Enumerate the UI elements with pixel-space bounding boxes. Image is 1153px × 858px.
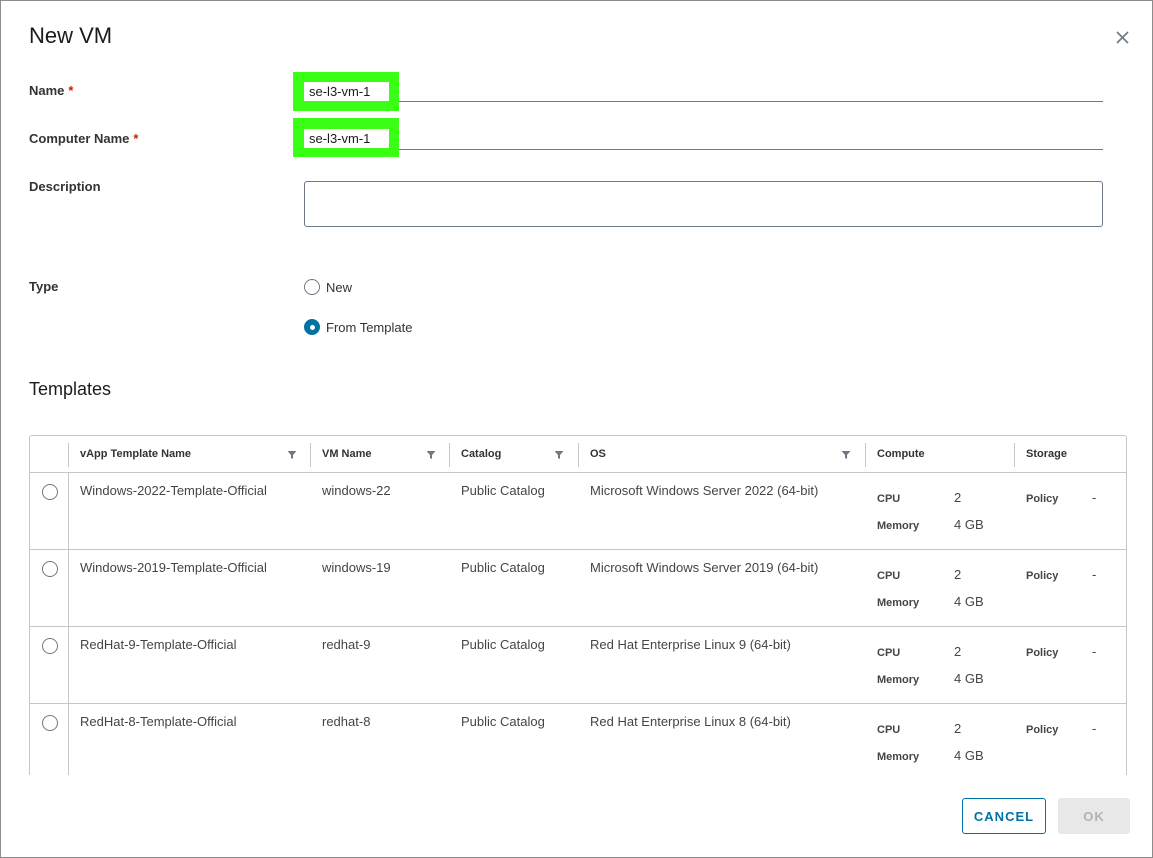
policy-label: Policy [1026, 493, 1059, 505]
column-header-storage[interactable]: Storage [1015, 436, 1067, 473]
cell-catalog: Public Catalog [461, 637, 545, 652]
column-header-catalog[interactable]: Catalog [450, 436, 501, 473]
memory-label: Memory [877, 520, 920, 532]
type-label: Type [29, 279, 59, 294]
filter-icon[interactable] [841, 450, 851, 460]
templates-title: Templates [29, 379, 112, 399]
radio-new[interactable] [304, 279, 320, 295]
type-option-new[interactable]: New [304, 279, 352, 295]
ok-button[interactable]: OK [1058, 798, 1130, 834]
cell-template-name: RedHat-8-Template-Official [80, 714, 237, 729]
memory-label: Memory [877, 751, 920, 763]
cell-vm-name: redhat-8 [322, 714, 371, 729]
policy-label: Policy [1026, 570, 1059, 582]
computer-name-label: Computer Name * [29, 131, 139, 146]
cell-os: Microsoft Windows Server 2019 (64-bit) [590, 560, 819, 575]
cell-vm-name: windows-19 [322, 560, 391, 575]
close-icon [1116, 31, 1129, 44]
memory-value: 4 GB [954, 594, 984, 609]
filter-icon[interactable] [426, 450, 436, 460]
cell-template-name: RedHat-9-Template-Official [80, 637, 237, 652]
cell-template-name: Windows-2022-Template-Official [80, 483, 267, 498]
name-input[interactable] [304, 82, 389, 101]
cell-catalog: Public Catalog [461, 483, 545, 498]
memory-value: 4 GB [954, 671, 984, 686]
column-header-vm-name[interactable]: VM Name [311, 436, 372, 473]
close-button[interactable] [1112, 27, 1134, 49]
cpu-label: CPU [877, 493, 901, 505]
cell-catalog: Public Catalog [461, 560, 545, 575]
table-row[interactable]: Windows-2022-Template-Official windows-2… [30, 473, 1126, 550]
type-option-from-template-label: From Template [326, 319, 413, 335]
cell-vm-name: redhat-9 [322, 637, 371, 652]
new-vm-dialog: New VM Name* Computer Name* Description … [0, 0, 1153, 858]
column-header-os[interactable]: OS [579, 436, 606, 473]
table-row[interactable]: Windows-2019-Template-Official windows-1… [30, 550, 1126, 627]
radio-from-template[interactable] [304, 319, 320, 335]
cpu-label: CPU [877, 647, 901, 659]
policy-label: Policy [1026, 724, 1059, 736]
required-mark: * [68, 83, 74, 98]
column-header-compute[interactable]: Compute [866, 436, 925, 473]
row-select-radio[interactable] [42, 484, 58, 500]
column-header-template-name[interactable]: vApp Template Name [69, 436, 191, 473]
cell-os: Microsoft Windows Server 2022 (64-bit) [590, 483, 819, 498]
policy-value: - [1092, 644, 1097, 659]
memory-label: Memory [877, 597, 920, 609]
computer-name-input[interactable] [304, 129, 389, 148]
memory-label: Memory [877, 674, 920, 686]
row-select-radio[interactable] [42, 561, 58, 577]
cpu-value: 2 [954, 567, 962, 582]
cancel-button[interactable]: CANCEL [962, 798, 1046, 834]
required-mark: * [133, 131, 139, 146]
cpu-value: 2 [954, 721, 962, 736]
cell-vm-name: windows-22 [322, 483, 391, 498]
cpu-label: CPU [877, 724, 901, 736]
templates-grid: vApp Template Name VM Name Catalog OS Co… [29, 435, 1127, 775]
type-option-from-template[interactable]: From Template [304, 319, 412, 335]
cell-template-name: Windows-2019-Template-Official [80, 560, 267, 575]
name-label: Name * [29, 83, 74, 98]
table-row[interactable]: RedHat-9-Template-Official redhat-9 Publ… [30, 627, 1126, 704]
policy-label: Policy [1026, 647, 1059, 659]
table-row[interactable]: RedHat-8-Template-Official redhat-8 Publ… [30, 704, 1126, 775]
description-textarea[interactable] [304, 181, 1103, 227]
cpu-label: CPU [877, 570, 901, 582]
policy-value: - [1092, 490, 1097, 505]
policy-value: - [1092, 721, 1097, 736]
cpu-value: 2 [954, 644, 962, 659]
memory-value: 4 GB [954, 748, 984, 763]
dialog-title: New VM [29, 23, 113, 48]
grid-header: vApp Template Name VM Name Catalog OS Co… [30, 436, 1126, 473]
cpu-value: 2 [954, 490, 962, 505]
row-select-radio[interactable] [42, 638, 58, 654]
type-option-new-label: New [326, 279, 353, 295]
cell-os: Red Hat Enterprise Linux 9 (64-bit) [590, 637, 791, 652]
row-select-radio[interactable] [42, 715, 58, 731]
computer-name-field-underline [304, 149, 1103, 150]
description-label: Description [29, 179, 101, 194]
memory-value: 4 GB [954, 517, 984, 532]
name-field-underline [304, 101, 1103, 102]
filter-icon[interactable] [554, 450, 564, 460]
policy-value: - [1092, 567, 1097, 582]
filter-icon[interactable] [287, 450, 297, 460]
cell-os: Red Hat Enterprise Linux 8 (64-bit) [590, 714, 791, 729]
cell-catalog: Public Catalog [461, 714, 545, 729]
